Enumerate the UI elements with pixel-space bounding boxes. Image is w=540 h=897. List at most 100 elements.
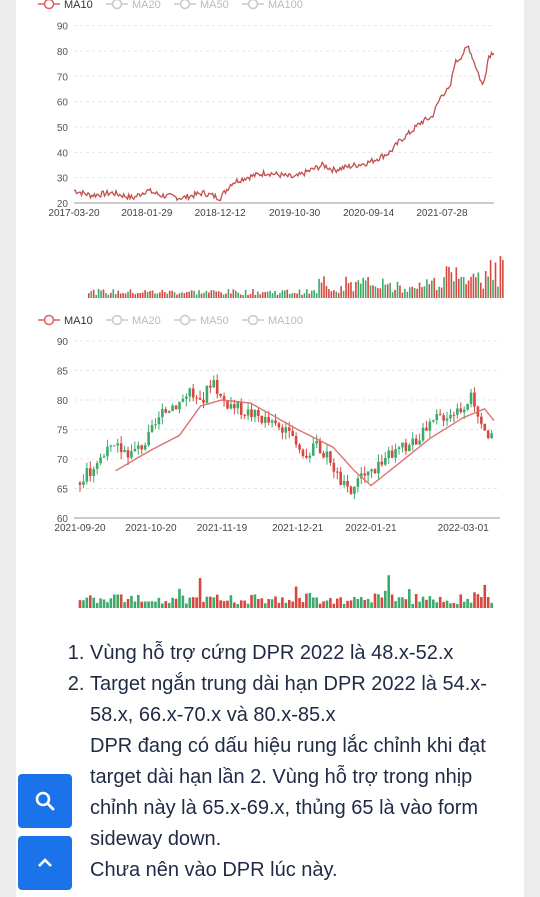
candle-body <box>462 409 466 413</box>
candle-body <box>95 463 99 469</box>
volume-bar <box>246 603 250 608</box>
candle-body <box>219 393 222 397</box>
bottom-y-tick: 85 <box>57 367 69 378</box>
candle-body <box>456 408 459 415</box>
volume-bar <box>193 290 195 298</box>
chevron-up-icon <box>38 858 52 867</box>
volume-bar <box>370 602 373 608</box>
volume-bar <box>195 294 198 298</box>
volume-bar <box>470 276 472 298</box>
volume-bar <box>425 599 428 608</box>
bottom-legend-label-2: MA50 <box>200 315 229 327</box>
candle-body <box>483 423 487 431</box>
scroll-up-button[interactable] <box>18 836 72 890</box>
candle-body <box>150 425 154 432</box>
volume-bar <box>301 294 303 298</box>
candle-body <box>414 438 418 445</box>
volume-bar <box>174 598 178 608</box>
volume-bar <box>166 293 168 298</box>
volume-bar <box>394 289 396 298</box>
volume-bar <box>455 267 458 298</box>
volume-bar <box>237 292 240 298</box>
candle-body <box>294 436 298 445</box>
volume-bar <box>191 597 195 608</box>
volume-bar <box>313 290 315 298</box>
volume-bar <box>190 290 193 298</box>
volume-bar <box>264 292 266 298</box>
volume-bar <box>350 282 352 298</box>
volume-bar <box>466 598 469 608</box>
candle-body <box>126 450 130 458</box>
volume-bar <box>472 273 475 298</box>
volume-bar <box>116 594 120 608</box>
volume-bar <box>452 602 456 608</box>
volume-bar <box>171 597 174 608</box>
candle-body <box>257 409 260 416</box>
volume-bar <box>380 597 384 608</box>
candle-body <box>332 462 336 472</box>
volume-bar <box>176 294 178 298</box>
volume-bar <box>208 292 210 298</box>
bottom-x-tick: 2021-09-20 <box>54 523 106 534</box>
volume-bar <box>203 292 205 298</box>
top-x-tick: 2017-03-20 <box>48 208 100 219</box>
bottom-x-tick: 2021-12-21 <box>272 523 324 534</box>
candle-body <box>408 445 411 452</box>
bottom-legend-marker-2 <box>179 314 191 326</box>
volume-bar <box>230 293 232 298</box>
volume-bar <box>428 596 432 608</box>
volume-bar <box>497 286 499 298</box>
volume-bar <box>186 292 188 298</box>
bottom-legend-label-0: MA10 <box>64 315 93 327</box>
volume-bar <box>418 282 421 298</box>
candle-body <box>195 397 198 399</box>
candle-body <box>466 403 469 410</box>
candle-body <box>270 420 274 423</box>
candle-body <box>373 469 377 474</box>
volume-bar <box>443 277 445 298</box>
volume-bar <box>396 281 399 298</box>
volume-bar <box>369 285 372 298</box>
volume-bar <box>293 292 296 298</box>
candle-body <box>322 452 325 458</box>
volume-bar <box>383 590 387 608</box>
candle-body <box>469 392 473 404</box>
volume-bar <box>353 596 356 608</box>
volume-bar <box>210 290 213 298</box>
candle-body <box>137 445 140 449</box>
notes-list: Vùng hỗ trợ cứng DPR 2022 là 48.x-52.x T… <box>66 638 506 731</box>
volume-bar <box>90 290 93 298</box>
volume-bar <box>247 294 249 298</box>
volume-bar <box>442 601 445 608</box>
candle-body <box>82 481 85 485</box>
volume-bar <box>117 290 119 298</box>
candle-body <box>401 442 404 448</box>
candle-body <box>277 423 281 428</box>
volume-bar <box>198 578 202 608</box>
volume-bar <box>139 293 142 298</box>
volume-bar <box>291 601 294 608</box>
candlestick-chart: MA10 MA20 MA50 MA100606570758085902021-09-2… <box>38 314 500 608</box>
volume-bar <box>154 293 156 298</box>
volume-bar <box>92 289 95 298</box>
volume-bar <box>150 601 154 608</box>
candle-body <box>88 468 92 477</box>
volume-bar <box>156 293 159 298</box>
volume-bar <box>486 596 490 608</box>
candle-body <box>85 468 89 482</box>
volume-bar <box>281 290 284 298</box>
volume-bar <box>269 290 271 298</box>
volume-bar <box>167 602 171 608</box>
volume-bar <box>364 280 367 298</box>
volume-bar <box>426 279 428 298</box>
candle-body <box>411 438 415 446</box>
candle-body <box>239 402 243 415</box>
volume-bar <box>394 601 397 608</box>
volume-bar <box>88 595 92 608</box>
bottom-y-tick: 80 <box>57 396 69 407</box>
volume-bar <box>469 602 473 608</box>
candle-body <box>353 486 356 494</box>
volume-bar <box>391 292 394 298</box>
volume-bar <box>270 599 274 608</box>
search-button[interactable] <box>18 774 72 828</box>
